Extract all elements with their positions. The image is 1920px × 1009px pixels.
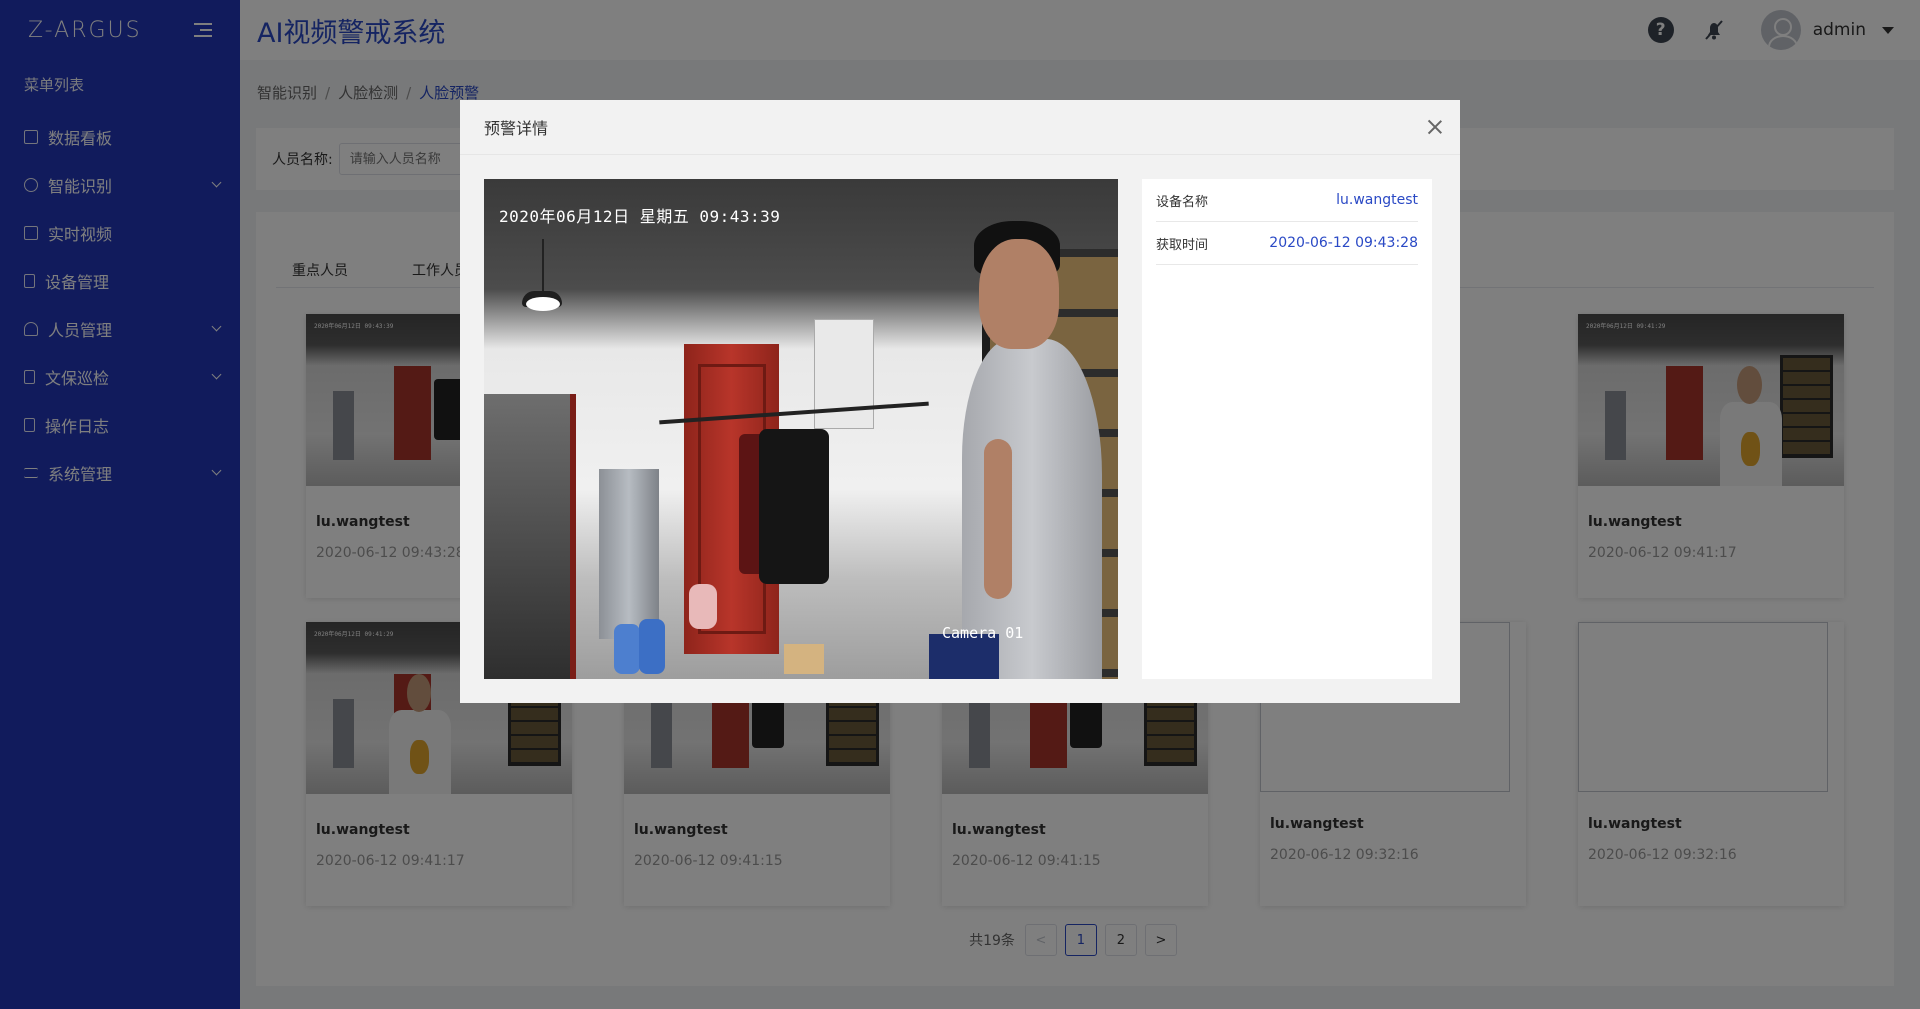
alert-detail-dialog: 预警详情 2020年06月12日 星期五 09:43:39 Camera 01 …	[460, 100, 1460, 703]
alert-info-panel: 设备名称 lu.wangtest 获取时间 2020-06-12 09:43:2…	[1142, 179, 1432, 679]
snapshot-camera-label: Camera 01	[942, 624, 1024, 642]
info-value: lu.wangtest	[1336, 192, 1418, 208]
info-label: 设备名称	[1156, 194, 1209, 210]
info-row-device: 设备名称 lu.wangtest	[1156, 179, 1418, 222]
snapshot-timestamp: 2020年06月12日 星期五 09:43:39	[499, 207, 781, 226]
info-value: 2020-06-12 09:43:28	[1269, 235, 1418, 251]
alert-snapshot-image: 2020年06月12日 星期五 09:43:39 Camera 01	[484, 179, 1118, 679]
dialog-header: 预警详情	[460, 100, 1460, 155]
info-row-time: 获取时间 2020-06-12 09:43:28	[1156, 222, 1418, 265]
info-label: 获取时间	[1156, 237, 1209, 253]
dialog-title: 预警详情	[484, 119, 549, 138]
close-icon[interactable]	[1426, 118, 1444, 136]
